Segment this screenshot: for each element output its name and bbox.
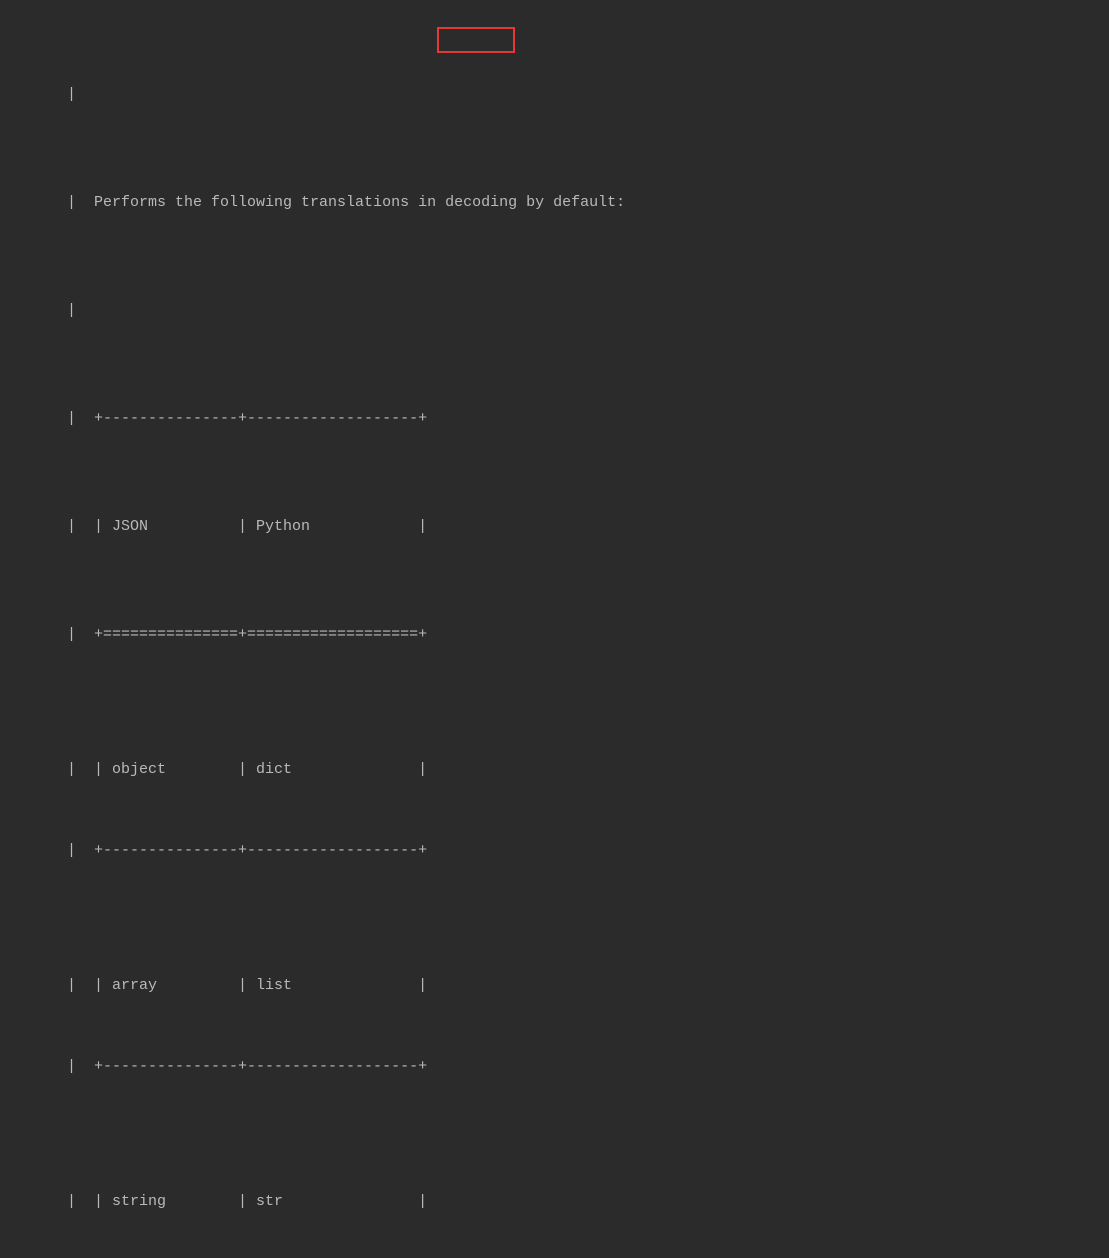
table-sep: +---------------+-------------------+ (94, 842, 427, 859)
vertical-scrollbar[interactable] (1099, 0, 1109, 629)
doc-pipe: | (58, 761, 94, 778)
doc-intro-line: | Performs the following translations in… (0, 189, 1109, 216)
doc-pipe: | (58, 1058, 94, 1075)
table-cell-row: | array | list | (94, 977, 427, 994)
table-row: | | object | dict | (0, 756, 1109, 783)
doc-pipe: | (58, 302, 76, 319)
doc-line: | (0, 297, 1109, 324)
doc-pipe: | (58, 842, 94, 859)
table-row-sep: | +---------------+-------------------+ (0, 1053, 1109, 1080)
doc-intro-text: Performs the following translations in d… (94, 194, 625, 211)
table-cell-row: | string | str | (94, 1193, 427, 1210)
table-sep: +---------------+-------------------+ (94, 1058, 427, 1075)
table-header-sep: | +===============+===================+ (0, 621, 1109, 648)
doc-pipe: | (58, 410, 94, 427)
doc-pipe: | (58, 518, 94, 535)
table-row-sep: | +---------------+-------------------+ (0, 837, 1109, 864)
doc-pipe: | (58, 194, 94, 211)
table-row: | | string | str | (0, 1188, 1109, 1215)
table-row: | | array | list | (0, 972, 1109, 999)
table-header: | JSON | Python | (94, 518, 427, 535)
doc-pipe: | (58, 86, 76, 103)
table-border-top: | +---------------+-------------------+ (0, 405, 1109, 432)
table-cell-row: | object | dict | (94, 761, 427, 778)
table-header-row: | | JSON | Python | (0, 513, 1109, 540)
doc-pipe: | (58, 977, 94, 994)
doc-pipe: | (58, 1193, 94, 1210)
table-border: +---------------+-------------------+ (94, 410, 427, 427)
doc-line: | (0, 81, 1109, 108)
code-viewport[interactable]: | | Performs the following translations … (0, 0, 1109, 1258)
